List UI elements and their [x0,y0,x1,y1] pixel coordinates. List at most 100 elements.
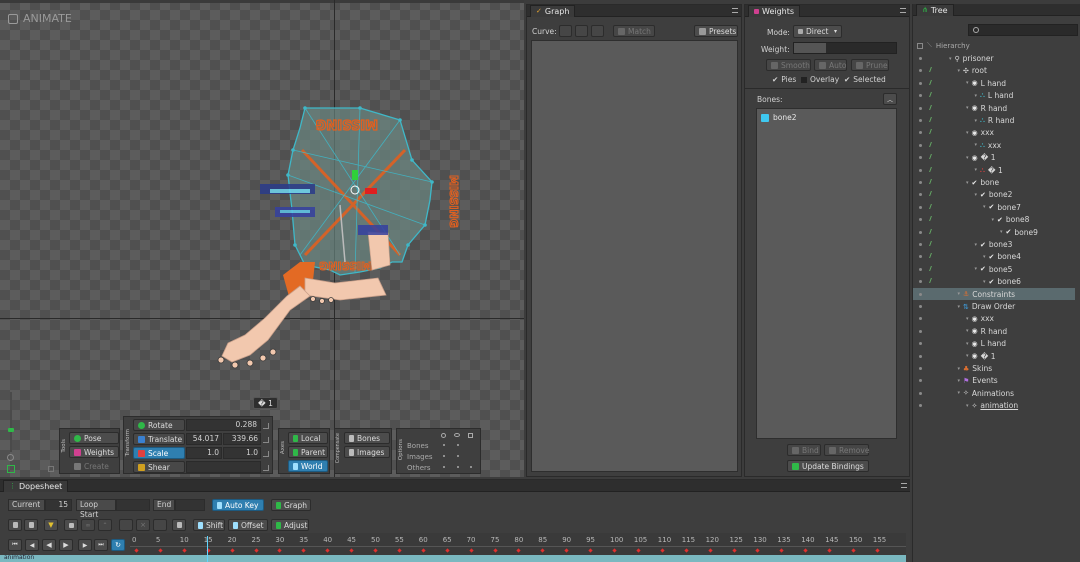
tree-row[interactable]: ▾ ♣ Skins [913,362,1075,375]
tree-row[interactable]: ▾ ⚲ prisoner [913,52,1075,65]
key-tool-button[interactable] [119,519,133,531]
keyframe-marker[interactable] [421,548,426,553]
prev-frame-button[interactable]: ◀ [25,539,39,551]
curve-stepped-button[interactable] [575,25,588,37]
zoom-icon[interactable] [7,454,14,461]
expand-arrow-icon[interactable]: ▾ [966,353,969,359]
tree-row[interactable]: ▾ ◉ L hand [913,77,1075,90]
expand-icon[interactable] [263,423,269,429]
shift-button[interactable]: Shift [193,519,225,531]
keyable-icon[interactable] [929,278,936,284]
compensate-images-button[interactable]: Images [344,446,390,458]
paste-keys-button[interactable] [24,519,38,531]
viewport[interactable]: ANIMATE MISSING MISSING MISSING � 1 Tool… [0,0,524,477]
loop-button[interactable]: ↻ [111,539,125,551]
tree-row[interactable]: ▾ ⛬ L hand [913,89,1075,102]
visibility-dot-icon[interactable] [919,305,922,308]
keyframe-marker[interactable] [373,548,378,553]
keyframe-marker[interactable] [875,548,880,553]
expand-arrow-icon[interactable]: ▾ [966,403,969,409]
visibility-dot-icon[interactable] [919,267,922,271]
tree-row[interactable]: ▾ ✔ bone [913,176,1075,189]
tab-weights[interactable]: Weights [748,4,801,17]
tree-row[interactable]: ▾ ◉ � 1 [913,151,1075,164]
names-icon[interactable] [454,433,460,437]
weight-slider[interactable] [793,42,897,54]
expand-arrow-icon[interactable]: ▾ [966,180,969,186]
tree-row[interactable]: ▾ ◉ L hand [913,337,1075,350]
last-frame-button[interactable]: ⏭ [94,539,108,551]
play-reverse-button[interactable]: ◀ [42,539,56,551]
keyframe-marker[interactable] [660,548,665,553]
expand-icon[interactable] [263,465,269,471]
keyable-icon[interactable] [929,154,936,160]
expand-arrow-icon[interactable]: ▾ [975,167,978,173]
shear-value[interactable] [186,461,261,473]
visibility-dot-icon[interactable] [919,317,922,321]
mode-select[interactable]: Direct ▾ [793,25,842,38]
expand-arrow-icon[interactable]: ▾ [983,279,986,285]
visibility-dot-icon[interactable] [919,354,922,358]
tree-row[interactable]: ▾ ✔ bone5 [913,263,1075,276]
panel-menu-icon[interactable] [900,8,906,13]
keyable-icon[interactable] [929,179,936,184]
keyable-icon[interactable] [929,265,936,271]
visibility-dot-icon[interactable] [919,280,922,284]
lock-icon[interactable] [48,466,54,472]
visibility-dot-icon[interactable] [919,106,922,110]
visibility-dot-icon[interactable] [919,143,922,147]
visibility-dot-icon[interactable] [919,205,922,209]
visibility-dot-icon[interactable] [919,379,922,383]
parent-button[interactable]: Parent [288,446,328,458]
keyable-icon[interactable] [929,117,936,122]
translate-x-value[interactable]: 54.017 [186,433,222,445]
visibility-dot-icon[interactable] [919,181,922,184]
pies-checkbox[interactable]: ✔ Pies [772,75,796,84]
tree-row[interactable]: ▾ ⛬ R hand [913,114,1075,127]
visibility-dot-icon[interactable] [919,255,922,259]
tree-search-input[interactable] [968,24,1078,36]
keyframe-marker[interactable] [636,548,641,553]
tree-row[interactable]: ▾ ✔ bone3 [913,238,1075,251]
end-input[interactable] [175,499,205,511]
update-bindings-button[interactable]: Update Bindings [787,460,869,472]
keyframe-marker[interactable] [182,548,187,553]
world-button[interactable]: World [288,460,328,472]
visibility-dot-icon[interactable] [919,131,922,135]
keyable-icon[interactable] [929,253,936,259]
visibility-dot-icon[interactable] [919,119,922,122]
timeline-ruler[interactable]: 0 5 10 15 20 25 30 35 40 45 50 55 60 65 70 75 80 85 90 95 10… [130,533,906,555]
list-item[interactable]: bone2 [761,113,797,122]
tree-row[interactable]: ▾ ⇅ Draw Order [913,300,1075,313]
expand-arrow-icon[interactable]: ▾ [958,366,961,372]
visibility-dot-icon[interactable] [919,243,922,246]
shear-button[interactable]: Shear [133,461,185,473]
expand-arrow-icon[interactable]: ▾ [958,304,961,310]
tree-row[interactable]: ▾ ✧ animation [913,399,1075,412]
lock-keys-button[interactable] [64,519,78,531]
compensate-bones-button[interactable]: Bones [344,432,390,444]
scale-button[interactable]: Scale [133,447,185,459]
expand-arrow-icon[interactable]: ▾ [975,192,978,198]
keyframe-marker[interactable] [707,548,713,553]
visibility-dot-icon[interactable] [919,342,922,346]
expand-button[interactable]: ⌃ [98,519,112,531]
keyframe-marker[interactable] [349,548,354,553]
visibility-dot-icon[interactable] [919,81,922,85]
pose-button[interactable]: Pose [69,432,119,444]
fit-view-icon[interactable] [7,465,15,473]
local-button[interactable]: Local [288,432,328,444]
adjust-button[interactable]: Adjust [271,519,309,531]
keyframe-marker[interactable] [445,548,450,553]
link-button[interactable]: ∞ [81,519,95,531]
panel-menu-icon[interactable] [901,483,907,488]
tree-row[interactable]: ▾ ✔ bone8 [913,213,1075,226]
tag-icon[interactable] [468,433,473,438]
keyable-icon[interactable] [929,203,936,209]
loop-start-input[interactable] [116,499,150,511]
playhead[interactable] [207,536,208,562]
keyframe-marker[interactable] [492,548,498,553]
tree-row[interactable]: ▾ ✔ bone2 [913,188,1075,201]
timeline-track[interactable]: animation [0,554,906,562]
tree-row[interactable]: ▾ ◉ � 1 [913,350,1075,363]
